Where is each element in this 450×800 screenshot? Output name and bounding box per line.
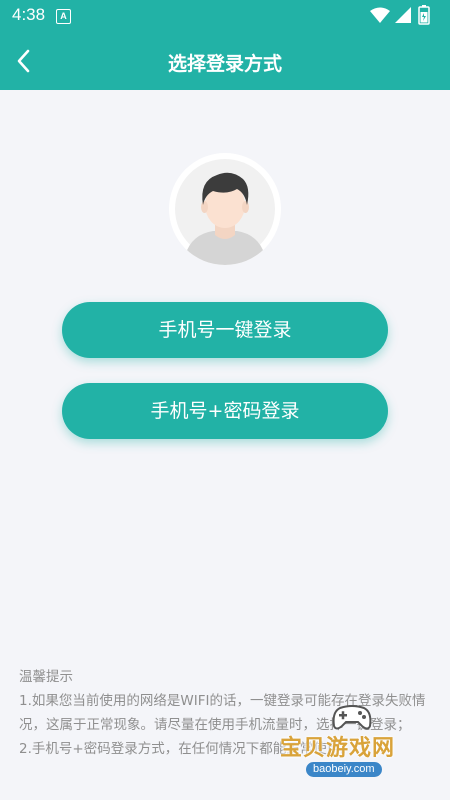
watermark-url: baobeiy.com <box>306 762 382 777</box>
status-bar: 4:38 A <box>0 0 450 32</box>
watermark-text: 宝贝游戏网 <box>280 736 396 761</box>
wifi-icon <box>370 7 390 23</box>
status-time: 4:38 <box>12 5 46 24</box>
tips-title: 温馨提示 <box>19 669 73 685</box>
avatar <box>169 153 281 265</box>
default-user-avatar-icon <box>169 153 281 265</box>
password-login-button[interactable]: 手机号+密码登录 <box>62 383 388 439</box>
signal-icon <box>395 7 411 23</box>
app-bar: 选择登录方式 <box>0 32 450 90</box>
one-key-login-button[interactable]: 手机号一键登录 <box>62 302 388 358</box>
watermark: 宝贝游戏网 baobeiy.com <box>278 700 428 785</box>
gamepad-icon <box>332 705 372 730</box>
battery-icon <box>418 5 430 25</box>
page-title: 选择登录方式 <box>167 53 282 75</box>
status-icons <box>370 5 440 26</box>
a-box-icon: A <box>56 9 71 24</box>
